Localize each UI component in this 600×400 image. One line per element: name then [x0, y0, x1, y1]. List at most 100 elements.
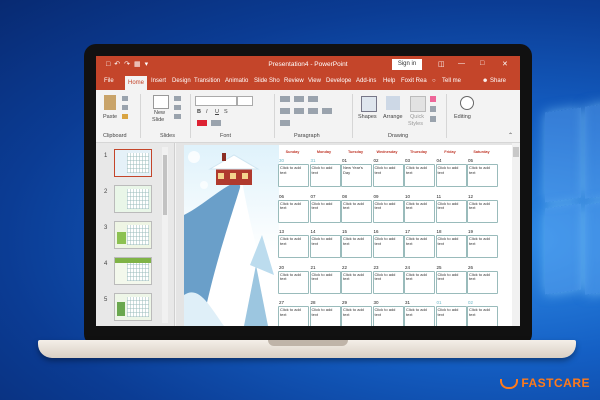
scrollbar-thumb[interactable] [163, 155, 167, 215]
text-placeholder-box[interactable]: Click to add text [278, 199, 309, 223]
arrange-button[interactable]: Arrange [383, 114, 403, 120]
new-slide-label-1[interactable]: New [154, 110, 165, 116]
calendar-day-cell[interactable]: 08 Click to add text [341, 194, 372, 223]
numbering-icon[interactable] [294, 96, 304, 102]
tab-slide-show[interactable]: Slide Sho [254, 78, 280, 84]
minimize-icon[interactable]: — [458, 60, 465, 67]
calendar-day-cell[interactable]: 16 Click to add text [372, 229, 404, 258]
text-placeholder-box[interactable]: Click to add text [435, 199, 467, 223]
calendar-day-cell[interactable]: 23 Click to add text [372, 265, 404, 294]
search-icon[interactable] [460, 96, 474, 110]
tab-foxit-reader[interactable]: Foxit Rea [401, 78, 427, 84]
sign-in-button[interactable]: Sign in [392, 59, 422, 70]
calendar-day-cell[interactable]: 13 Click to add text [278, 229, 309, 258]
align-left-icon[interactable] [280, 108, 290, 114]
collapse-ribbon-icon[interactable]: ⌃ [508, 132, 513, 139]
text-placeholder-box[interactable]: Click to add text [435, 164, 467, 187]
text-placeholder-box[interactable]: Click to add text [404, 199, 435, 223]
tab-view[interactable]: View [308, 78, 321, 84]
indent-icon[interactable] [308, 96, 318, 102]
text-placeholder-box[interactable]: Click to add text [309, 306, 341, 326]
align-center-icon[interactable] [294, 108, 304, 114]
text-placeholder-box[interactable]: Click to add text [404, 270, 435, 294]
calendar-day-cell[interactable]: 14 Click to add text [309, 229, 341, 258]
new-slide-icon[interactable] [153, 95, 169, 109]
tab-add-ins[interactable]: Add-ins [356, 78, 376, 84]
shape-outline-icon[interactable] [430, 106, 436, 112]
text-placeholder-box[interactable]: Click to add text [309, 270, 341, 294]
editing-button[interactable]: Editing [454, 114, 471, 120]
text-placeholder-box[interactable]: Click to add text [309, 164, 341, 187]
calendar-day-cell[interactable]: 02 Click to add text [372, 158, 404, 187]
text-placeholder-box[interactable]: Click to add text [341, 306, 372, 326]
calendar-day-cell[interactable]: 27 Click to add text [278, 300, 309, 326]
text-direction-icon[interactable] [280, 120, 290, 126]
slide-thumbnail-2[interactable] [114, 185, 152, 213]
text-highlight-icon[interactable] [211, 120, 221, 126]
text-placeholder-box[interactable]: Click to add text [467, 235, 498, 258]
calendar-day-cell[interactable]: 03 Click to add text [404, 158, 435, 187]
text-placeholder-box[interactable]: Click to add text [467, 270, 498, 294]
tab-review[interactable]: Review [284, 78, 304, 84]
paste-button[interactable]: Paste [103, 114, 117, 120]
scrollbar-thumb[interactable] [513, 147, 519, 157]
text-placeholder-box[interactable]: Click to add text [467, 199, 498, 223]
text-placeholder-box[interactable]: Click to add text [435, 306, 467, 326]
ribbon-display-icon[interactable]: ◫ [438, 60, 445, 68]
calendar-day-cell[interactable]: 21 Click to add text [309, 265, 341, 294]
text-placeholder-box[interactable]: Click to add text [435, 270, 467, 294]
underline-button[interactable]: U [215, 109, 219, 115]
quick-styles-icon[interactable] [410, 96, 426, 112]
text-placeholder-box[interactable]: Click to add text [341, 270, 372, 294]
text-placeholder-box[interactable]: Click to add text [372, 235, 404, 258]
copy-icon[interactable] [122, 105, 128, 110]
justify-icon[interactable] [322, 108, 332, 114]
calendar-day-cell[interactable]: 22 Click to add text [341, 265, 372, 294]
text-placeholder-box[interactable]: Click to add text [309, 235, 341, 258]
arrange-icon[interactable] [386, 96, 400, 110]
font-name-box[interactable] [195, 96, 237, 106]
calendar-day-cell[interactable]: 20 Click to add text [278, 265, 309, 294]
text-placeholder-box[interactable]: Click to add text [467, 306, 498, 326]
bullets-icon[interactable] [280, 96, 290, 102]
text-placeholder-box[interactable]: Click to add text [404, 235, 435, 258]
cut-icon[interactable] [122, 96, 128, 101]
slide-thumbnail-1[interactable] [114, 149, 152, 177]
maximize-icon[interactable]: □ [480, 60, 484, 67]
tab-insert[interactable]: Insert [151, 78, 166, 84]
shape-effects-icon[interactable] [430, 116, 436, 122]
calendar-day-cell[interactable]: 18 Click to add text [435, 229, 467, 258]
slide-thumbnail-3[interactable] [114, 221, 152, 249]
text-placeholder-box[interactable]: Click to add text [404, 164, 435, 187]
tab-transitions[interactable]: Transition [194, 78, 220, 84]
calendar-day-cell[interactable]: 30 Click to add text [372, 300, 404, 326]
text-placeholder-box[interactable]: Click to add text [404, 306, 435, 326]
align-right-icon[interactable] [308, 108, 318, 114]
close-icon[interactable]: ✕ [502, 60, 508, 68]
new-slide-label-2[interactable]: Slide [152, 117, 164, 123]
calendar-day-cell[interactable]: 07 Click to add text [309, 194, 341, 223]
text-placeholder-box[interactable]: Click to add text [372, 306, 404, 326]
calendar-slide[interactable]: Sunday Monday Tuesday Wednesday Thursday Frid… [184, 145, 512, 326]
calendar-day-cell[interactable]: 29 Click to add text [341, 300, 372, 326]
calendar-day-cell[interactable]: 09 Click to add text [372, 194, 404, 223]
calendar-day-cell[interactable]: 28 Click to add text [309, 300, 341, 326]
thumbnails-scrollbar[interactable] [162, 147, 168, 323]
share-button[interactable]: ☻ Share [482, 78, 506, 84]
text-placeholder-box[interactable]: Click to add text [372, 164, 404, 187]
tab-animations[interactable]: Animatio [225, 78, 248, 84]
calendar-day-cell[interactable]: 31 Click to add text [309, 158, 341, 187]
shapes-button[interactable]: Shapes [358, 114, 377, 120]
text-placeholder-box[interactable]: Click to add text [278, 164, 309, 187]
calendar-day-cell[interactable]: 26 Click to add text [467, 265, 498, 294]
calendar-day-cell[interactable]: 01 New Year's Day [341, 158, 372, 187]
calendar-day-cell[interactable]: 25 Click to add text [435, 265, 467, 294]
reset-icon[interactable] [174, 105, 181, 110]
text-placeholder-box[interactable]: Click to add text [278, 306, 309, 326]
quick-styles-label-2[interactable]: Styles [408, 121, 423, 127]
slide-scrollbar[interactable] [512, 143, 520, 326]
text-placeholder-box[interactable]: Click to add text [341, 199, 372, 223]
calendar-day-cell[interactable]: 11 Click to add text [435, 194, 467, 223]
text-placeholder-box[interactable]: Click to add text [309, 199, 341, 223]
text-placeholder-box[interactable]: Click to add text [435, 235, 467, 258]
